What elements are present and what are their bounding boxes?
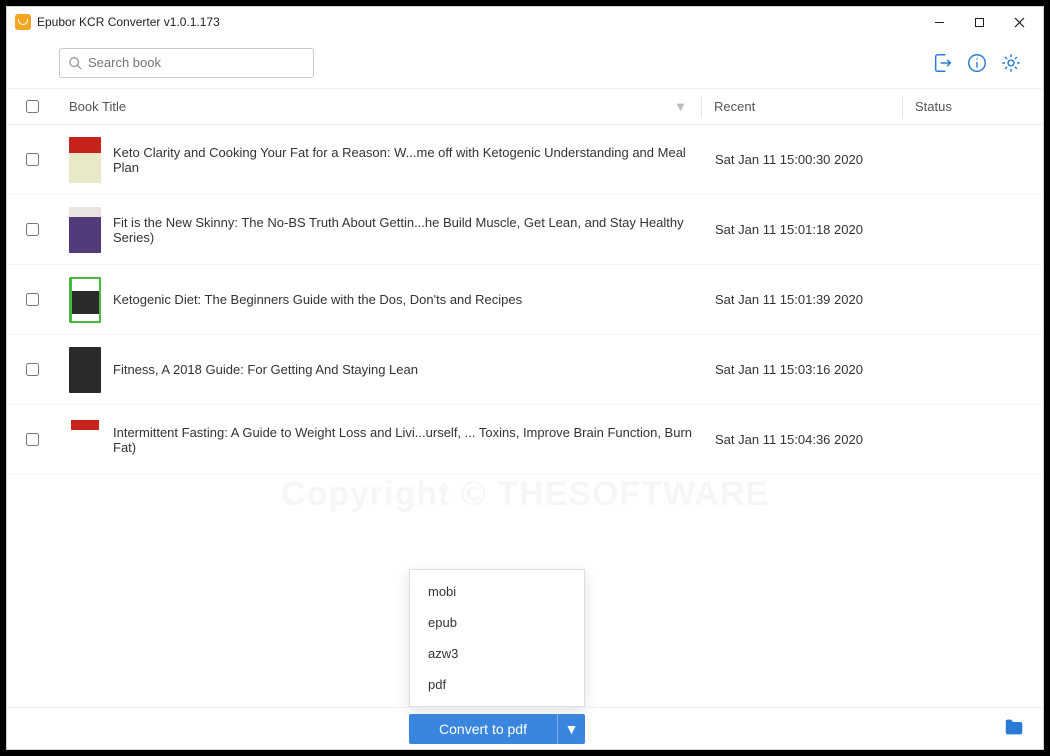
format-option-mobi[interactable]: mobi bbox=[410, 576, 584, 607]
row-checkbox[interactable] bbox=[26, 293, 39, 306]
format-option-azw3[interactable]: azw3 bbox=[410, 638, 584, 669]
titlebar: Epubor KCR Converter v1.0.1.173 bbox=[7, 7, 1043, 37]
table-row[interactable]: Ketogenic Diet: The Beginners Guide with… bbox=[7, 265, 1043, 335]
sort-icon: ▼ bbox=[674, 99, 687, 114]
header-recent[interactable]: Recent bbox=[702, 99, 902, 114]
footer: Convert to pdf ▼ bbox=[7, 707, 1043, 749]
search-box[interactable] bbox=[59, 48, 314, 78]
row-checkbox[interactable] bbox=[26, 223, 39, 236]
header-recent-label: Recent bbox=[714, 99, 755, 114]
header-status[interactable]: Status bbox=[903, 99, 1043, 114]
book-cover bbox=[69, 137, 101, 183]
window-title: Epubor KCR Converter v1.0.1.173 bbox=[37, 15, 220, 29]
convert-button[interactable]: Convert to pdf ▼ bbox=[409, 714, 585, 744]
book-title: Fit is the New Skinny: The No-BS Truth A… bbox=[113, 215, 703, 245]
table-row[interactable]: Fitness, A 2018 Guide: For Getting And S… bbox=[7, 335, 1043, 405]
row-checkbox[interactable] bbox=[26, 363, 39, 376]
book-title: Intermittent Fasting: A Guide to Weight … bbox=[113, 425, 703, 455]
table-row[interactable]: Fit is the New Skinny: The No-BS Truth A… bbox=[7, 195, 1043, 265]
book-recent: Sat Jan 11 15:01:18 2020 bbox=[715, 222, 863, 237]
header-title-label: Book Title bbox=[69, 99, 126, 114]
format-option-epub[interactable]: epub bbox=[410, 607, 584, 638]
row-checkbox[interactable] bbox=[26, 153, 39, 166]
book-cover bbox=[69, 207, 101, 253]
book-cover bbox=[69, 277, 101, 323]
book-recent: Sat Jan 11 15:04:36 2020 bbox=[715, 432, 863, 447]
select-all-checkbox[interactable] bbox=[26, 100, 39, 113]
app-window: Epubor KCR Converter v1.0.1.173 bbox=[6, 6, 1044, 750]
toolbar bbox=[7, 37, 1043, 89]
search-input[interactable] bbox=[88, 55, 305, 70]
table-row[interactable]: Keto Clarity and Cooking Your Fat for a … bbox=[7, 125, 1043, 195]
convert-dropdown-toggle[interactable]: ▼ bbox=[557, 714, 585, 744]
book-title: Keto Clarity and Cooking Your Fat for a … bbox=[113, 145, 703, 175]
maximize-button[interactable] bbox=[959, 8, 999, 36]
book-cover bbox=[69, 417, 101, 463]
export-button[interactable] bbox=[929, 49, 957, 77]
search-icon bbox=[68, 56, 82, 70]
app-icon bbox=[15, 14, 31, 30]
settings-button[interactable] bbox=[997, 49, 1025, 77]
format-option-pdf[interactable]: pdf bbox=[410, 669, 584, 700]
book-title: Ketogenic Diet: The Beginners Guide with… bbox=[113, 292, 522, 307]
book-recent: Sat Jan 11 15:03:16 2020 bbox=[715, 362, 863, 377]
format-menu: mobiepubazw3pdf bbox=[409, 569, 585, 707]
book-cover bbox=[69, 347, 101, 393]
book-recent: Sat Jan 11 15:00:30 2020 bbox=[715, 152, 863, 167]
header-title[interactable]: Book Title ▼ bbox=[57, 99, 701, 114]
book-recent: Sat Jan 11 15:01:39 2020 bbox=[715, 292, 863, 307]
convert-label: Convert to pdf bbox=[409, 721, 557, 737]
close-button[interactable] bbox=[999, 8, 1039, 36]
watermark: Copyright © THESOFTWARE bbox=[7, 475, 1043, 514]
header-status-label: Status bbox=[915, 99, 952, 114]
book-title: Fitness, A 2018 Guide: For Getting And S… bbox=[113, 362, 418, 377]
table-row[interactable]: Intermittent Fasting: A Guide to Weight … bbox=[7, 405, 1043, 475]
row-checkbox[interactable] bbox=[26, 433, 39, 446]
table-header: Book Title ▼ Recent Status bbox=[7, 89, 1043, 125]
minimize-button[interactable] bbox=[919, 8, 959, 36]
open-folder-button[interactable] bbox=[1003, 716, 1025, 741]
info-button[interactable] bbox=[963, 49, 991, 77]
